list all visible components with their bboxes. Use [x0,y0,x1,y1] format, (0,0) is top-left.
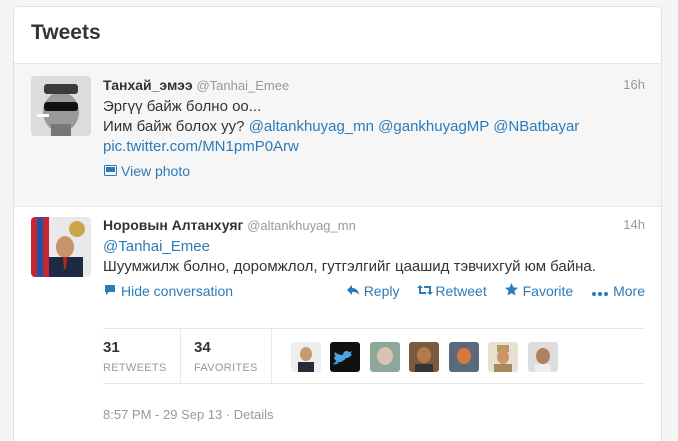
tweet-content: Танхай_эмээ @Tanhai_Emee 16h Эргүү байж … [103,77,645,183]
tweet-text-line: Иим байж болох уу? @altankhuyag_mn @gank… [103,117,645,137]
retweeter-avatar[interactable] [369,342,400,372]
star-icon [505,283,519,299]
hide-conversation-label: Hide conversation [121,283,234,299]
hide-conversation-button[interactable]: Hide conversation [103,283,233,299]
username[interactable]: @altankhuyag_mn [247,218,356,233]
reply-button[interactable]: Reply [346,283,400,299]
pic-link[interactable]: pic.twitter.com/MN1pmP0Arw [103,137,645,157]
tweet-stats: 31 RETWEETS 34 FAVORITES [103,328,645,384]
more-button[interactable]: More [591,283,645,299]
retweeter-avatar[interactable] [488,342,519,372]
text-fragment: Иим байж болох уу? [103,118,249,135]
retweet-button[interactable]: Retweet [417,283,487,299]
more-label: More [613,283,645,299]
reply-label: Reply [363,283,400,299]
retweeter-avatar[interactable] [527,342,558,372]
view-photo-row: View photo [103,163,645,183]
fullname[interactable]: Танхай_эмээ [103,77,193,93]
action-buttons: Reply Retweet Favorite More [332,283,645,299]
tweet-text: @Tanhai_Emee Шуумжилж болно, доромжлол, … [103,237,645,277]
tweet-actions: Hide conversation Reply Retweet Favorite… [103,283,645,303]
retweet-label: Retweet [435,283,487,299]
mention-link[interactable]: @NBatbayar [493,118,579,135]
retweets-count: 31 [103,339,120,356]
more-dots-icon [591,283,609,299]
view-photo-button[interactable]: View photo [103,163,190,179]
tweets-panel: Tweets Танхай_эмээ @Tanhai_Emee 16h Эргү… [13,6,662,441]
panel-header: Tweets [14,7,661,64]
favorite-label: Favorite [522,283,574,299]
tweet-timestamp-details[interactable]: 8:57 PM - 29 Sep 13 · Details [103,407,274,422]
tweet-time[interactable]: 16h [623,77,645,92]
panel-title: Tweets [31,21,101,44]
divider [271,329,272,383]
tweet-text-line: Шуумжилж болно, доромжлол, гутгэлгийг ца… [103,258,596,275]
photo-icon [103,163,117,179]
favorite-button[interactable]: Favorite [505,283,574,299]
fullname[interactable]: Норовын Алтанхуяг [103,217,243,233]
retweeter-avatar[interactable] [409,342,440,372]
retweet-icon [417,283,434,299]
reply-icon [346,283,360,299]
username[interactable]: @Tanhai_Emee [196,78,289,93]
retweeter-avatar[interactable] [291,342,321,372]
speech-bubble-icon [103,283,117,299]
tweet-text: Эргүү байж болно оо... Иим байж болох уу… [103,97,645,157]
tweet-text-line: Эргүү байж болно оо... [103,98,262,115]
tweet-item[interactable]: Норовын Алтанхуяг @altankhuyag_mn 14h @T… [14,207,661,441]
divider [180,329,181,383]
tweet-time[interactable]: 14h [623,217,645,232]
retweets-label: RETWEETS [103,362,167,374]
tweet-content: Норовын Алтанхуяг @altankhuyag_mn 14h @T… [103,217,645,441]
tweet-item[interactable]: Танхай_эмээ @Tanhai_Emee 16h Эргүү байж … [14,64,661,207]
mention-link[interactable]: @Tanhai_Emee [103,237,645,257]
favorites-stat[interactable]: 34 FAVORITES [194,339,258,374]
retweets-stat[interactable]: 31 RETWEETS [103,339,167,374]
retweeter-avatars [291,342,563,372]
view-photo-label: View photo [121,163,191,179]
favorites-count: 34 [194,339,211,356]
tweet-header: Норовын Алтанхуяг @altankhuyag_mn 14h [103,217,645,237]
mention-link[interactable]: @altankhuyag_mn [249,118,374,135]
retweeter-avatar[interactable] [448,342,479,372]
tweet-header: Танхай_эмээ @Tanhai_Emee 16h [103,77,645,97]
mention-link[interactable]: @gankhuyagMP [378,118,489,135]
avatar[interactable] [31,217,91,277]
favorites-label: FAVORITES [194,362,258,374]
retweeter-avatar[interactable] [330,342,361,372]
avatar[interactable] [31,76,91,136]
